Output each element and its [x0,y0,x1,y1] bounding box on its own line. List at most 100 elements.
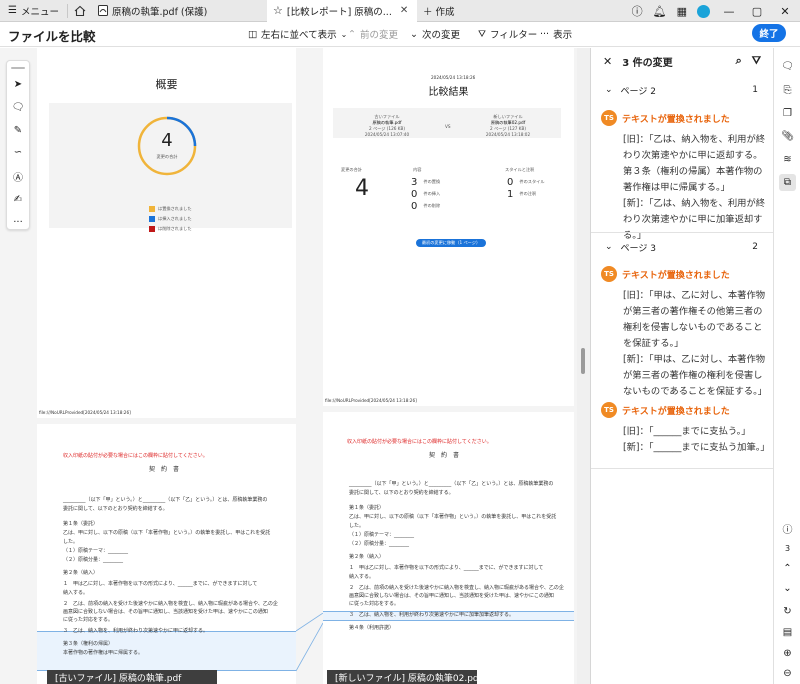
document-line: １ 甲は乙に対し、本著作物を以下の形式により、______までに、ができますに対… [63,581,258,587]
goto-first-change-button[interactable]: 最初の変更に移動（1 ページ） [416,239,486,247]
sign-icon[interactable]: ✍ [10,193,26,207]
new-file-pane[interactable]: 2024/05/24 13:18:26 比較結果 古いファイル 原稿の執筆.pd… [323,48,574,684]
avatar: TS [601,110,617,126]
page-group-2[interactable]: ⌄ ページ 2 1 [591,80,774,100]
chevron-up-icon[interactable]: ⌃ [779,560,796,577]
comment-add-icon[interactable]: 🗨︎ [10,100,26,114]
apps-grid-icon[interactable]: ▦ [677,5,687,18]
new-file-label: [新しいファイル] 原稿の執筆02.pdf [327,670,482,684]
page-title: ファイルを比較 [8,29,96,44]
done-button[interactable]: 終了 [752,24,786,42]
document-line: に従った対応をする。 [63,617,114,623]
document-line: ３ 乙は、納入物を、利用が終わり次第速やかに甲に返却する。 [63,628,209,634]
change-item[interactable]: TS テキストが置換されました [旧]：「乙は、納入物を、利用が終わり次第速やかに… [601,110,771,244]
tab-compare-report[interactable]: ☆ [比較レポート] 原稿の... ✕ [266,0,417,22]
more-icon: ··· [540,28,550,40]
document-scrollbar[interactable] [577,48,590,684]
document-area: 概要 4 変更の合計 は置換されました は挿入されました は削除されました fi… [0,48,590,684]
attachment-icon[interactable]: 📎︎ [779,128,796,145]
vs-label: VS [445,124,451,129]
chevron-down-icon[interactable]: ⌄ [779,580,796,597]
more-tools-icon[interactable]: ··· [10,215,26,229]
document-line: した。 [349,523,365,529]
prev-change-button[interactable]: ⌃ 前の変更 [348,27,398,42]
document-line: した。 [63,539,79,545]
result-title: 比較結果 [428,87,469,98]
columns-icon: ◫ [248,28,257,40]
change-item[interactable]: TS テキストが置換されました [旧]：「______までに支払う。」 [新]：「_… [601,402,771,456]
export-pdf-icon[interactable]: ⎘ [779,82,796,99]
zoom-out-icon[interactable]: ⊖ [779,665,796,682]
home-button[interactable] [68,0,92,22]
compare-icon[interactable]: ⧉ [779,174,796,191]
tab-original[interactable]: 原稿の執筆.pdf (保護) [92,0,267,22]
document-line: 画意図に合致しない場合は、その旨甲に通知し、当該通知を受けた甲は、速やかにこの通… [349,593,554,599]
avatar: TS [601,402,617,418]
legend: は置換されました は挿入されました は削除されました [149,206,192,232]
document-line: 第４条（利用許諾） [349,625,395,631]
count-label: 件の置換 [423,179,441,184]
comment-icon[interactable]: 🗨︎ [779,58,796,75]
divider [591,468,774,469]
close-window-icon[interactable]: ✕ [776,5,794,18]
document-line: （１）原稿テーマ：________ [349,532,415,538]
close-tab-icon[interactable]: ✕ [400,5,408,16]
select-arrow-icon[interactable]: ➤ [10,78,26,92]
style-counts: 0 件のスタイル 1 件の注釈 [507,176,545,200]
document-line: _________（以下「甲」という。）と_________（以下「乙」という。… [349,481,554,487]
new-tab-button[interactable]: ＋ 作成 [417,4,461,18]
summary-title: 概要 [155,78,178,91]
scrollbar-thumb[interactable] [581,348,585,374]
bell-icon[interactable]: 🔔︎ [653,5,667,18]
page-group-label: ページ 2 [620,86,656,97]
minimize-icon[interactable]: — [720,5,738,18]
new-text: [新]：「甲は、乙に対し、本著作物が第三者の著作権の権利を侵害しないものであるこ… [623,354,768,397]
avatar: TS [601,266,617,282]
document-line: ２ 乙は、前項の納入を受けた後速やかに納入物を検査し、納入物に瑕疵がある場合や、… [63,601,278,607]
star-icon[interactable]: ☆ [273,4,283,17]
document-line: （２）原稿分量：________ [349,541,410,547]
side-by-side-button[interactable]: ◫ 左右に並べて表示 ⌄ [248,27,347,42]
next-change-button[interactable]: ⌄ 次の変更 [410,27,460,42]
layers-icon[interactable]: ≋ [779,151,796,168]
refresh-icon[interactable]: ↻ [779,603,796,620]
legend-item: は置換されました [158,206,192,211]
document-line: 委託に関して、以下のとおり契約を締結する。 [63,506,168,512]
replaced-swatch [149,206,155,212]
avatar[interactable] [697,4,710,18]
info-icon[interactable]: ⓘ [779,520,796,537]
close-panel-icon[interactable]: ✕ [603,55,612,68]
stamp-note: 収入印紙の貼付が必要な場合にはこの欄枠に貼付してください。 [63,453,208,459]
drag-handle[interactable] [11,67,25,69]
old-text: [旧]：「______までに支払う。」 [623,426,751,437]
changes-header: ✕ 3 件の変更 ⌕ ⛛ [591,48,773,74]
chevron-down-icon: ⌄ [605,85,613,95]
page-group-count: 1 [752,85,758,95]
change-title: テキストが置換されました [622,114,730,125]
text-box-icon[interactable]: Ⓐ [10,169,26,184]
page-group-3[interactable]: ⌄ ページ 3 2 [591,237,774,257]
filter-label: フィルター [489,30,538,41]
count: 1 [507,188,514,200]
change-title: テキストが置換されました [622,270,730,281]
pages-icon[interactable]: ❐ [779,105,796,122]
view-button[interactable]: ··· 表示 [540,27,572,42]
zoom-in-icon[interactable]: ⊕ [779,645,796,662]
tab-title: [比較レポート] 原稿の... [286,6,392,18]
document-line: 本著作物の著作権は甲に帰属する。 [63,650,144,656]
search-icon[interactable]: ⌕ [736,54,742,68]
filter-icon[interactable]: ⛛ [752,54,761,68]
maximize-icon[interactable]: ▢ [748,5,766,18]
chevron-down-icon: ⌄ [410,28,418,40]
highlight-pen-icon[interactable]: ✎ [10,123,26,137]
filter-button[interactable]: ⛛ フィルター [478,27,538,42]
page-fit-icon[interactable]: ▤ [779,624,796,641]
new-file-info: 新しいファイル 原稿の執筆02.pdf 2 ページ (127 KB) 2024/… [473,114,543,138]
total-number: 4 [355,176,369,201]
change-item[interactable]: TS テキストが置換されました [旧]：「甲は、乙に対し、本著作物が第三者の著作権… [601,266,771,400]
old-file-pane[interactable]: 概要 4 変更の合計 は置換されました は挿入されました は削除されました fi… [37,48,296,684]
draw-icon[interactable]: ∽ [10,146,26,160]
contract-heading: 契 約 書 [429,452,460,459]
help-icon[interactable]: ⓘ [632,3,643,19]
menu-button[interactable]: ☰ メニュー [0,0,67,22]
